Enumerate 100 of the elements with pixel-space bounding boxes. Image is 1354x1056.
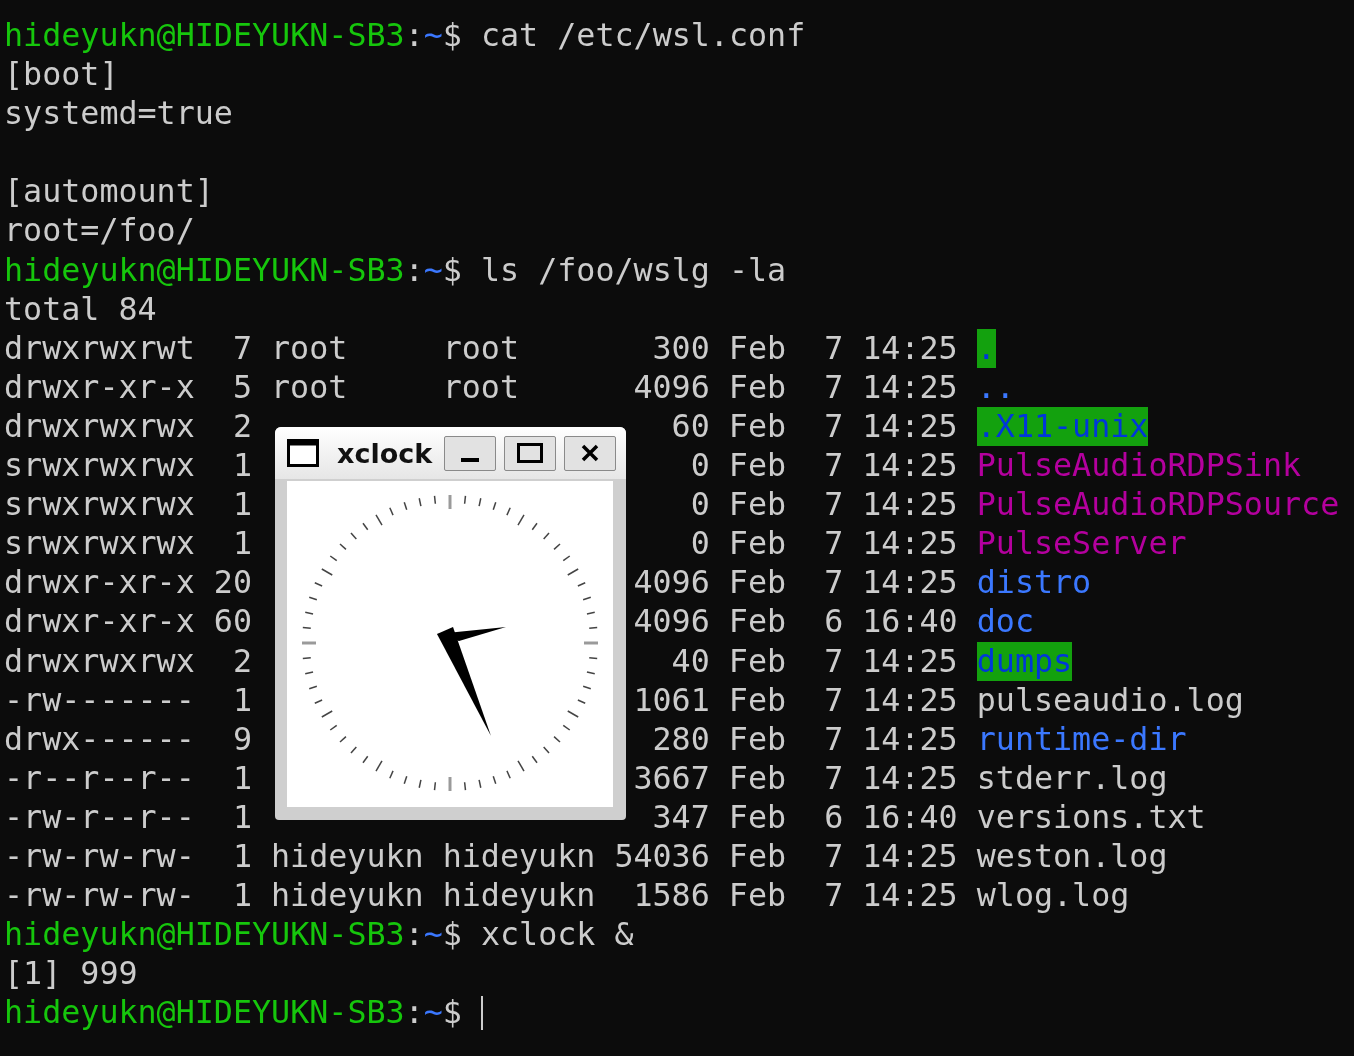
minimize-button[interactable]: [444, 435, 496, 471]
link-count: 1: [231, 680, 252, 720]
file-size: 0: [689, 524, 710, 564]
time-text: 14:25: [862, 719, 958, 759]
date-day: 7: [805, 328, 844, 368]
window-icon: [287, 439, 319, 467]
owner-name: root: [271, 328, 349, 368]
link-count: 5: [231, 367, 252, 407]
time-text: 14:25: [862, 836, 958, 876]
date-day: 7: [805, 524, 844, 564]
file-size: 4096: [632, 563, 710, 603]
date-day: 7: [805, 641, 844, 681]
file-name: PulseAudioRDPSink: [976, 446, 1302, 486]
file-size: 3667: [632, 758, 710, 798]
link-count: 1: [231, 446, 252, 486]
file-mode: drwxr-xr-x: [4, 563, 195, 603]
file-mode: srwxrwxrwx: [4, 524, 195, 564]
time-text: 16:40: [862, 797, 958, 837]
date-month: Feb: [728, 328, 787, 368]
file-size: 4096: [632, 367, 710, 407]
link-count: 1: [231, 836, 252, 876]
link-count: 2: [231, 641, 252, 681]
link-count: 60: [213, 602, 252, 642]
date-month: Feb: [728, 680, 787, 720]
date-day: 7: [805, 758, 844, 798]
output-text: systemd=true: [4, 94, 233, 134]
date-month: Feb: [728, 602, 787, 642]
time-text: 14:25: [862, 758, 958, 798]
maximize-icon: [517, 443, 543, 463]
link-count: 7: [231, 328, 252, 368]
close-button[interactable]: [564, 435, 616, 471]
file-mode: -rw-r--r--: [4, 797, 195, 837]
file-mode: srwxrwxrwx: [4, 446, 195, 486]
file-mode: drwx------: [4, 719, 195, 759]
file-name: runtime-dir: [976, 719, 1187, 759]
file-size: 300: [651, 328, 710, 368]
date-month: Feb: [728, 719, 787, 759]
file-name: PulseServer: [976, 524, 1187, 564]
date-day: 6: [805, 602, 844, 642]
date-day: 6: [805, 797, 844, 837]
file-mode: drwxr-xr-x: [4, 602, 195, 642]
date-day: 7: [805, 367, 844, 407]
date-day: 7: [805, 680, 844, 720]
file-name: dumps: [976, 641, 1073, 681]
file-name: doc: [976, 602, 1034, 642]
group-name: root: [442, 328, 520, 368]
file-mode: -rw-rw-rw-: [4, 876, 195, 916]
file-name: stderr.log: [976, 758, 1168, 798]
date-day: 7: [805, 406, 844, 447]
command-text: xclock &: [480, 915, 634, 955]
file-name: distro: [976, 563, 1092, 603]
command-text: ls /foo/wslg -la: [480, 250, 787, 290]
file-mode: drwxrwxrwx: [4, 406, 195, 446]
link-count: 1: [231, 524, 252, 564]
time-text: 14:25: [862, 406, 958, 446]
file-mode: srwxrwxrwx: [4, 485, 195, 525]
file-name: ..: [976, 367, 1015, 407]
file-size: 280: [651, 719, 710, 759]
file-name: versions.txt: [976, 797, 1206, 837]
time-text: 14:25: [862, 485, 958, 525]
shell-prompt: hideyukn@HIDEYUKN-SB3:~$: [4, 250, 462, 290]
date-month: Feb: [728, 563, 787, 603]
date-month: Feb: [728, 446, 787, 486]
file-size: 60: [670, 406, 710, 446]
file-name: PulseAudioRDPSource: [976, 485, 1340, 525]
shell-prompt: hideyukn@HIDEYUKN-SB3:~$: [4, 16, 462, 55]
group-name: root: [442, 367, 520, 407]
file-size: 1586: [632, 876, 710, 916]
file-mode: drwxrwxrwt: [4, 328, 195, 368]
file-size: 40: [670, 641, 710, 681]
link-count: 1: [231, 758, 252, 798]
maximize-button[interactable]: [504, 435, 556, 471]
group-name: hideyukn: [442, 876, 596, 916]
command-text: cat /etc/wsl.conf: [480, 16, 806, 55]
time-text: 14:25: [862, 876, 958, 916]
file-size: 0: [689, 446, 710, 486]
shell-prompt: hideyukn@HIDEYUKN-SB3:~$: [4, 993, 462, 1033]
date-month: Feb: [728, 876, 787, 916]
date-month: Feb: [728, 367, 787, 407]
file-size: 0: [689, 485, 710, 525]
date-day: 7: [805, 446, 844, 486]
date-month: Feb: [728, 406, 787, 446]
file-name: wlog.log: [976, 876, 1130, 916]
shell-prompt: hideyukn@HIDEYUKN-SB3:~$: [4, 915, 462, 955]
time-text: 16:40: [862, 602, 958, 642]
time-text: 14:25: [862, 641, 958, 681]
date-day: 7: [805, 719, 844, 759]
file-mode: drwxr-xr-x: [4, 367, 195, 407]
date-month: Feb: [728, 758, 787, 798]
file-size: 54036: [614, 836, 710, 876]
time-text: 14:25: [862, 563, 958, 603]
owner-name: hideyukn: [271, 836, 424, 876]
date-month: Feb: [728, 836, 787, 876]
time-text: 14:25: [862, 446, 958, 486]
date-day: 7: [805, 876, 844, 916]
file-mode: -r--r--r--: [4, 758, 195, 798]
file-name: pulseaudio.log: [976, 680, 1244, 720]
owner-name: hideyukn: [271, 876, 424, 916]
output-text: root=/foo/: [4, 211, 195, 251]
owner-name: root: [271, 367, 349, 407]
